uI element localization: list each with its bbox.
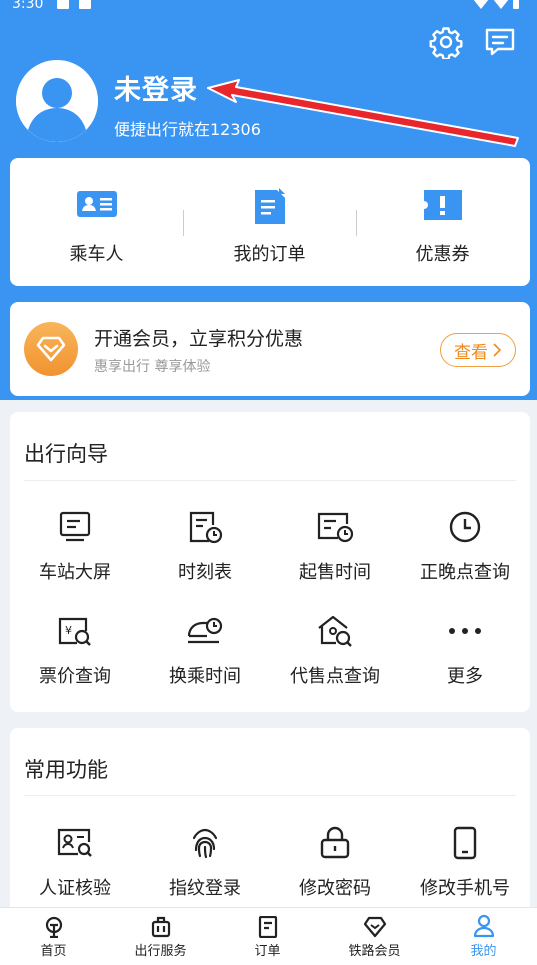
order-doc-icon — [254, 188, 285, 224]
transfer-time-icon — [187, 617, 223, 644]
quick-actions-card: 乘车人 我的订单 优惠券 — [10, 158, 530, 286]
grid-item-label: 起售时间 — [299, 562, 371, 583]
agency-query-button[interactable]: 代售点查询 — [270, 612, 400, 688]
change-phone-button[interactable]: 修改手机号 — [400, 824, 530, 900]
message-icon — [485, 28, 515, 56]
passenger-button[interactable]: 乘车人 — [10, 158, 183, 286]
tab-travel-service[interactable]: 出行服务 — [107, 908, 214, 965]
membership-banner[interactable]: 开通会员，立享积分优惠 惠享出行 尊享体验 查看 — [10, 302, 530, 396]
chevron-right-icon — [493, 343, 502, 357]
view-membership-button[interactable]: 查看 — [440, 333, 516, 367]
person-icon — [473, 914, 494, 938]
grid-item-label: 人证核验 — [39, 878, 111, 899]
tab-home[interactable]: 首页 — [0, 908, 107, 965]
image-notification-icon — [57, 0, 69, 9]
quick-item-label: 我的订单 — [233, 244, 306, 265]
coupon-icon — [423, 190, 462, 220]
clock-icon — [449, 511, 481, 543]
grid-item-label: 票价查询 — [39, 666, 111, 687]
more-icon — [449, 628, 481, 634]
fingerprint-icon — [192, 828, 218, 859]
tab-mine[interactable]: 我的 — [430, 908, 537, 965]
grid-item-label: 车站大屏 — [39, 562, 111, 583]
gear-icon — [429, 27, 463, 59]
tab-label: 首页 — [40, 944, 67, 959]
tab-orders[interactable]: 订单 — [214, 908, 321, 965]
divider — [24, 480, 516, 481]
view-button-label: 查看 — [454, 342, 488, 363]
fingerprint-login-button[interactable]: 指纹登录 — [140, 824, 270, 900]
tab-railway-member[interactable]: 铁路会员 — [321, 908, 428, 965]
divider — [24, 795, 516, 796]
avatar[interactable] — [16, 60, 98, 142]
fare-search-icon: ¥ — [58, 617, 91, 646]
membership-subtitle: 惠享出行 尊享体验 — [94, 359, 211, 375]
login-status-title[interactable]: 未登录 — [114, 68, 198, 107]
agency-search-icon — [318, 615, 352, 647]
station-screen-icon — [59, 511, 91, 542]
tab-label: 出行服务 — [134, 944, 187, 959]
signal-icon — [493, 0, 509, 9]
lock-icon — [320, 826, 350, 859]
grid-item-label: 修改手机号 — [420, 878, 510, 899]
timetable-icon — [189, 511, 223, 544]
order-icon — [258, 916, 277, 938]
wifi-icon — [473, 0, 489, 9]
app-notification-icon — [79, 0, 91, 9]
fare-query-button[interactable]: ¥ 票价查询 — [10, 612, 140, 688]
grid-item-label: 代售点查询 — [290, 666, 380, 687]
settings-button[interactable] — [428, 24, 464, 60]
diamond-icon — [36, 336, 66, 362]
luggage-icon — [151, 916, 170, 938]
grid-item-label: 换乘时间 — [169, 666, 241, 687]
battery-icon — [513, 0, 519, 9]
diamond-badge — [24, 322, 78, 376]
grid-item-label: 指纹登录 — [169, 878, 241, 899]
sale-time-button[interactable]: 起售时间 — [270, 508, 400, 584]
transfer-time-button[interactable]: 换乘时间 — [140, 612, 270, 688]
phone-icon — [453, 826, 477, 860]
travel-guide-card: 出行向导 车站大屏 时刻表 起售时间 正晚点查询 ¥ 票价查询 换乘时间 代售点… — [10, 412, 530, 712]
timetable-button[interactable]: 时刻表 — [140, 508, 270, 584]
grid-item-label: 修改密码 — [299, 878, 371, 899]
section-title: 常用功能 — [24, 758, 108, 782]
id-verify-button[interactable]: 人证核验 — [10, 824, 140, 900]
login-subtitle: 便捷出行就在12306 — [114, 120, 261, 139]
grid-item-label: 时刻表 — [178, 562, 232, 583]
messages-button[interactable] — [482, 24, 518, 60]
bottom-tab-bar: 首页 出行服务 订单 铁路会员 我的 — [0, 907, 537, 965]
tab-label: 我的 — [470, 944, 497, 959]
grid-item-label: 正晚点查询 — [420, 562, 510, 583]
change-password-button[interactable]: 修改密码 — [270, 824, 400, 900]
tab-label: 订单 — [254, 944, 281, 959]
notification-icons — [57, 0, 101, 13]
tab-label: 铁路会员 — [348, 944, 401, 959]
grid-item-label: 更多 — [447, 666, 483, 687]
station-screen-button[interactable]: 车站大屏 — [10, 508, 140, 584]
svg-text:¥: ¥ — [65, 624, 72, 637]
coupons-button[interactable]: 优惠券 — [356, 158, 529, 286]
status-time: 3:30 — [12, 0, 44, 12]
common-functions-card: 常用功能 人证核验 指纹登录 修改密码 修改手机号 — [10, 728, 530, 928]
id-verify-icon — [57, 828, 92, 857]
membership-title: 开通会员，立享积分优惠 — [94, 328, 304, 350]
my-orders-button[interactable]: 我的订单 — [183, 158, 356, 286]
passenger-card-icon — [76, 191, 117, 217]
quick-item-label: 乘车人 — [69, 244, 124, 265]
more-button[interactable]: 更多 — [400, 612, 530, 688]
signal-battery-icons — [473, 0, 529, 13]
diamond-icon — [363, 916, 386, 938]
sale-time-icon — [317, 512, 354, 543]
home-train-icon — [45, 916, 62, 938]
user-avatar-icon — [16, 60, 98, 142]
delay-query-button[interactable]: 正晚点查询 — [400, 508, 530, 584]
status-bar: 3:30 — [0, 0, 537, 16]
section-title: 出行向导 — [24, 442, 108, 466]
quick-item-label: 优惠券 — [415, 244, 470, 265]
